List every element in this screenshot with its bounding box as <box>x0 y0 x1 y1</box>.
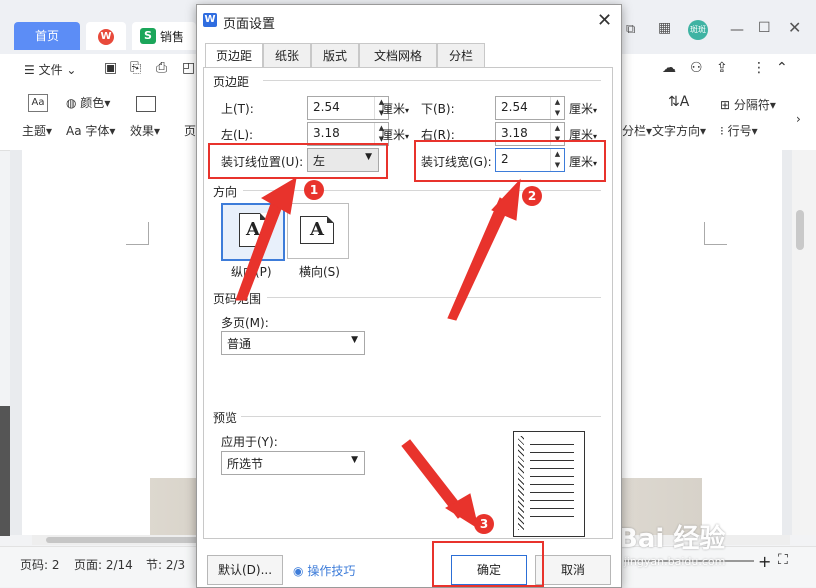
annotation-marker-3: 3 <box>474 514 494 534</box>
annotation-marker-2: 2 <box>522 186 542 206</box>
arrow-2-shaft <box>447 197 511 321</box>
annotation-marker-1: 1 <box>304 180 324 200</box>
annotation-arrows <box>235 177 521 530</box>
